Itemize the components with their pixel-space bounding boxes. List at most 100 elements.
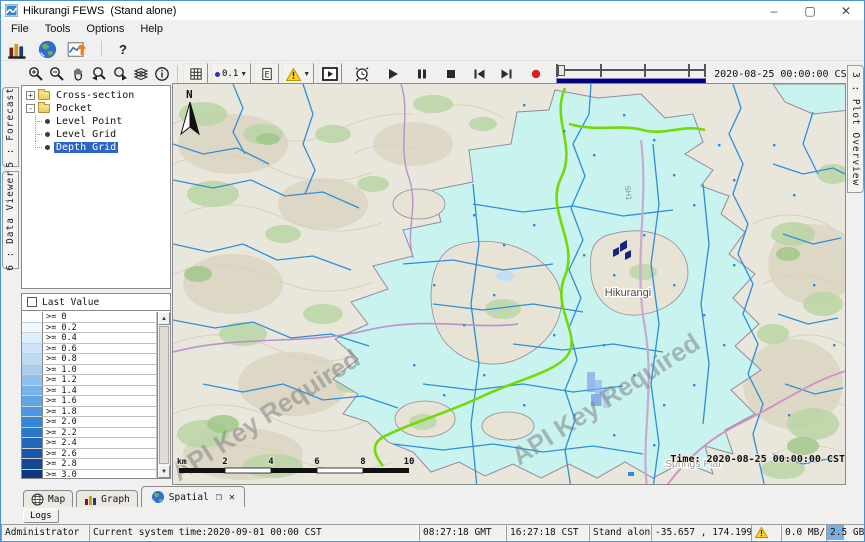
status-warning[interactable] xyxy=(751,524,781,541)
svg-text:4: 4 xyxy=(268,457,274,467)
pause-button[interactable] xyxy=(411,64,432,85)
map-viewport[interactable]: . xyxy=(172,83,846,485)
tree-connector xyxy=(30,115,43,128)
tree-item-label[interactable]: Cross-section xyxy=(54,90,136,101)
maximize-button[interactable]: ▢ xyxy=(792,1,828,20)
legend-color-swatch xyxy=(22,428,43,439)
status-coordinates: -35.657 , 174.199 xyxy=(651,524,751,541)
legend-color-swatch xyxy=(22,396,43,407)
menu-bar: FileToolsOptionsHelp xyxy=(1,20,864,38)
tree-item-cross-section[interactable]: + Cross-section xyxy=(22,89,170,102)
status-memory-usage: 2.5 GB xyxy=(826,524,865,541)
logs-button[interactable]: Logs xyxy=(23,509,59,523)
last-value-checkbox[interactable] xyxy=(27,297,37,307)
tree-expander-icon[interactable]: - xyxy=(26,104,35,113)
tab-map[interactable]: Map xyxy=(23,490,73,507)
left-tab-strip: 5 : Forecast 6 : Data Viewer xyxy=(1,85,21,485)
right-tab-strip: 3 : Plot Overview xyxy=(846,63,864,485)
status-mode: Stand alone xyxy=(589,524,651,541)
thresholds-warning-dropdown[interactable]: ▼ xyxy=(282,63,314,85)
tree-connector xyxy=(30,128,43,141)
close-button[interactable]: ✕ xyxy=(828,1,864,20)
legend-scrollbar[interactable]: ▲ ▼ xyxy=(157,312,170,478)
svg-text:km: km xyxy=(177,457,187,466)
legend-row[interactable]: >= 3.0 xyxy=(22,470,157,479)
tree-item-label[interactable]: Level Point xyxy=(54,116,124,127)
database-icon[interactable] xyxy=(7,39,28,60)
legend-color-swatch xyxy=(22,386,43,397)
tree-item-label[interactable]: Depth Grid xyxy=(54,142,118,153)
legend-color-swatch xyxy=(22,323,43,334)
info-icon[interactable] xyxy=(151,64,172,85)
stop-button[interactable] xyxy=(440,64,461,85)
spatial-display-icon[interactable] xyxy=(67,39,88,60)
timeline-handle[interactable] xyxy=(558,65,565,76)
timeline-track[interactable] xyxy=(556,64,706,77)
node-bullet-icon xyxy=(45,132,50,137)
toolbar-separator xyxy=(177,65,178,83)
record-button[interactable] xyxy=(525,64,546,85)
pan-hand-icon[interactable] xyxy=(67,64,88,85)
help-button[interactable]: ? xyxy=(115,42,131,57)
minimize-button[interactable]: – xyxy=(756,1,792,20)
menu-help[interactable]: Help xyxy=(132,22,171,36)
movie-player-button[interactable] xyxy=(317,63,342,85)
close-panel-icon[interactable]: ✕ xyxy=(229,492,235,503)
legend-color-swatch xyxy=(22,312,43,323)
main-toolbar: ? xyxy=(1,38,864,60)
scroll-up-icon[interactable]: ▲ xyxy=(158,312,170,325)
grid-display-button[interactable] xyxy=(183,63,208,85)
spatial-globe-icon xyxy=(151,490,165,504)
tab-graph-label: Graph xyxy=(101,494,130,505)
play-button[interactable] xyxy=(382,64,403,85)
tree-connector xyxy=(30,141,43,154)
tree-item-level-grid[interactable]: Level Grid xyxy=(22,128,170,141)
zoom-in-icon[interactable] xyxy=(25,64,46,85)
tree-item-pocket[interactable]: - Pocket xyxy=(22,102,170,115)
legend-color-swatch xyxy=(22,365,43,376)
maximize-panel-icon[interactable]: ❒ xyxy=(216,492,222,503)
folder-icon xyxy=(38,104,50,113)
animation-clock-icon[interactable] xyxy=(351,64,372,85)
svg-text:8: 8 xyxy=(360,457,365,467)
menu-tools[interactable]: Tools xyxy=(37,22,79,36)
timeline-slider[interactable] xyxy=(556,64,706,84)
tree-item-label[interactable]: Level Grid xyxy=(54,129,118,140)
layers-icon[interactable] xyxy=(130,64,151,85)
threshold-value: 0.1 xyxy=(222,69,238,79)
tab-plot-overview[interactable]: 3 : Plot Overview xyxy=(847,65,864,193)
tab-spatial[interactable]: Spatial ❒ ✕ xyxy=(141,486,245,507)
legend-panel: Last Value >= 0>= 0.2>= 0.4>= 0.6>= 0.8>… xyxy=(21,293,171,479)
menu-file[interactable]: File xyxy=(3,22,37,36)
zoom-next-icon[interactable] xyxy=(109,64,130,85)
status-user: Administrator xyxy=(1,524,89,541)
zoom-previous-icon[interactable] xyxy=(88,64,109,85)
tab-forecast[interactable]: 5 : Forecast xyxy=(2,87,19,167)
tree-item-depth-grid[interactable]: Depth Grid xyxy=(22,141,170,154)
menu-options[interactable]: Options xyxy=(78,22,132,36)
legend-color-swatch xyxy=(22,459,43,470)
tab-graph[interactable]: Graph xyxy=(76,490,138,507)
toolbar-separator xyxy=(101,41,102,57)
label-display-button[interactable]: E xyxy=(254,63,279,85)
tree-item-label[interactable]: Pocket xyxy=(54,103,94,114)
logs-row: Logs xyxy=(1,507,864,524)
legend-color-swatch xyxy=(22,438,43,449)
threshold-dropdown[interactable]: 0.1 ▼ xyxy=(211,63,251,85)
last-value-label: Last Value xyxy=(42,297,99,308)
node-bullet-icon xyxy=(45,145,50,150)
globe-icon[interactable] xyxy=(37,39,58,60)
filter-tree: + Cross-section - Pocket Level Point Level Gr… xyxy=(21,85,171,289)
scroll-down-icon[interactable]: ▼ xyxy=(158,465,170,478)
tab-data-viewer[interactable]: 6 : Data Viewer xyxy=(2,171,19,269)
zoom-out-icon[interactable] xyxy=(46,64,67,85)
step-forward-button[interactable] xyxy=(496,64,517,85)
scrollbar-thumb[interactable] xyxy=(159,326,169,464)
step-backward-button[interactable] xyxy=(469,64,490,85)
legend-color-swatch xyxy=(22,344,43,355)
status-local-time: 16:27:18 CST xyxy=(506,524,589,541)
place-label-hikurangi: Hikurangi xyxy=(605,287,651,299)
road-label-sh1: SH1 xyxy=(623,185,634,201)
tree-expander-icon[interactable]: + xyxy=(26,91,35,100)
tree-item-level-point[interactable]: Level Point xyxy=(22,115,170,128)
